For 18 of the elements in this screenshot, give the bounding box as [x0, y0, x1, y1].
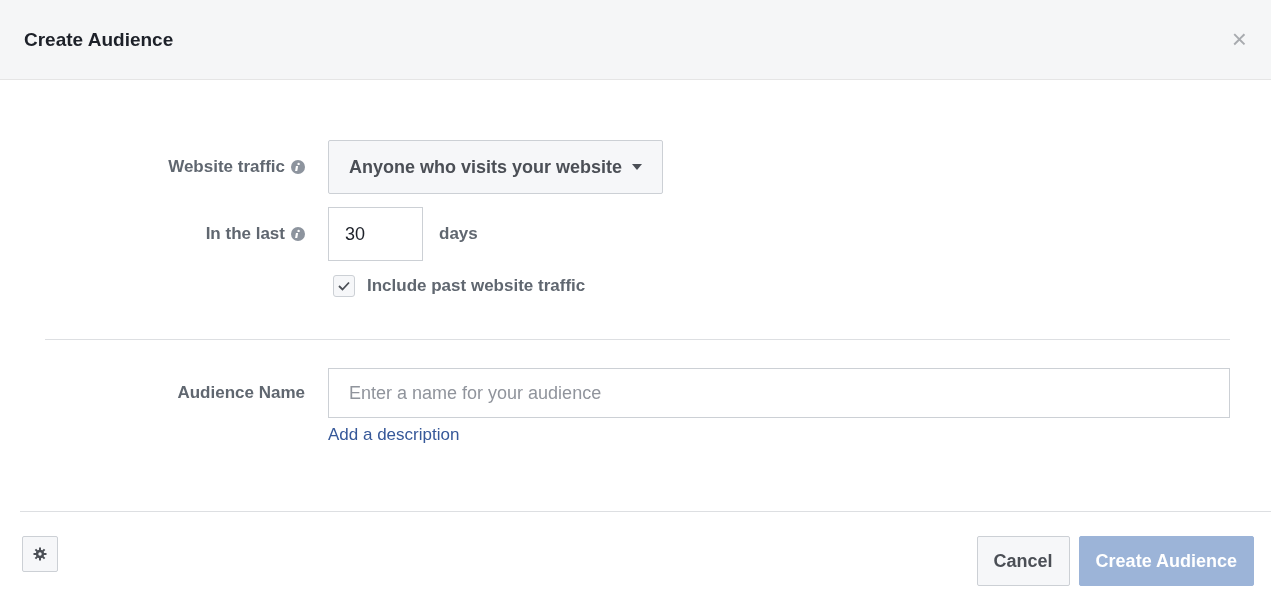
add-description-link[interactable]: Add a description [328, 425, 460, 445]
field-label: Website traffic [168, 157, 285, 177]
caret-icon [632, 164, 643, 170]
info-icon[interactable] [291, 160, 305, 174]
checkbox[interactable] [333, 275, 355, 297]
settings-icon [33, 547, 47, 561]
unit-label: days [439, 224, 478, 244]
settings-button[interactable] [22, 536, 58, 572]
days-input[interactable]: 30 [328, 207, 423, 261]
info-icon[interactable] [291, 227, 305, 241]
checkbox-label: Include past website traffic [367, 276, 586, 296]
dialog-title: Create Audience [24, 28, 175, 51]
name-input[interactable]: Enter a name for your audience [328, 368, 1230, 418]
checkmark-icon [338, 281, 350, 291]
field-label: Audience Name [177, 383, 305, 403]
audience-dropdown[interactable]: Anyone who visits your website [328, 140, 664, 194]
cancel-button[interactable]: Cancel [976, 536, 1070, 586]
field-label: In the last [205, 224, 285, 244]
